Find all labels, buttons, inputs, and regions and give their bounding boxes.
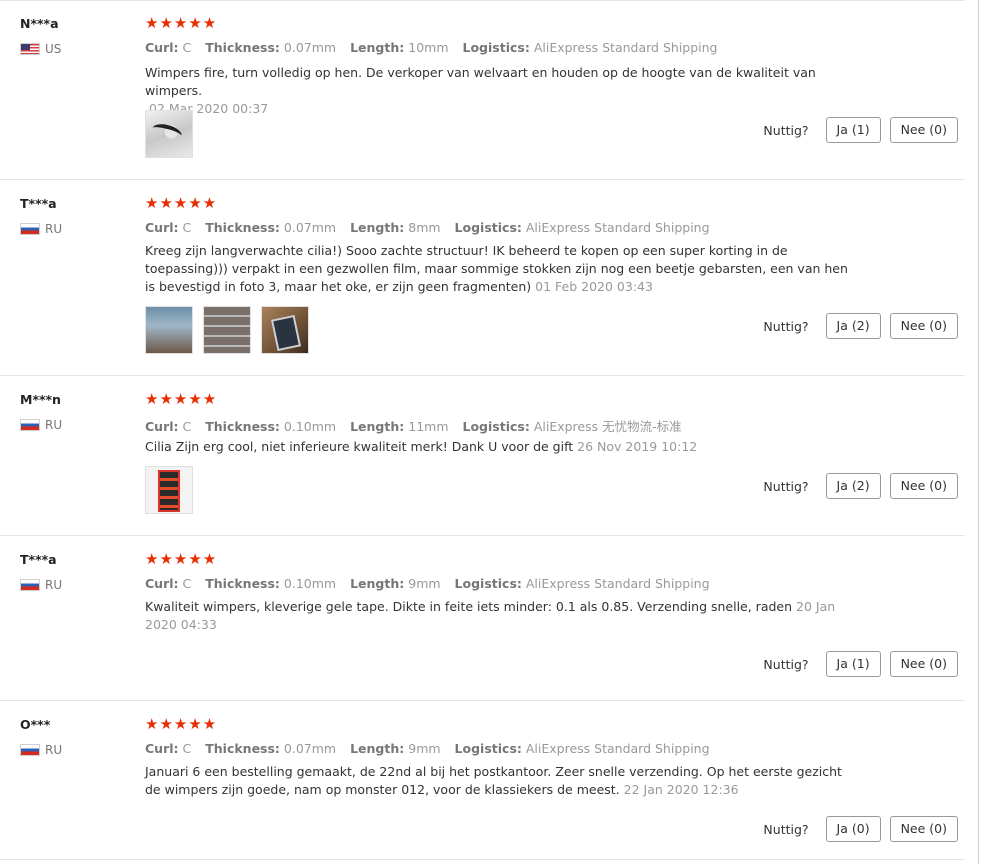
helpful-yes-button[interactable]: Ja (1) xyxy=(825,117,881,143)
us-flag-icon xyxy=(20,43,40,55)
reviewer-name: N***a xyxy=(20,16,59,31)
country-code: RU xyxy=(45,578,63,592)
review-text: Kwaliteit wimpers, kleverige gele tape. … xyxy=(145,599,836,632)
helpful-no-button[interactable]: Nee (0) xyxy=(889,473,958,499)
helpful-label: Nuttig? xyxy=(763,821,809,837)
product-attributes: Curl: C Thickness: 0.07mm Length: 9mm Lo… xyxy=(145,741,710,756)
review-text: Kreeg zijn langverwachte cilia!) Sooo za… xyxy=(145,243,848,294)
product-attributes: Curl: C Thickness: 0.10mm Length: 11mm L… xyxy=(145,419,682,434)
ru-flag-icon xyxy=(20,223,40,235)
country-code: RU xyxy=(45,222,63,236)
review-item: M***n RU ★★★★★ Curl: C Thickness: 0.10mm… xyxy=(0,376,965,536)
helpful-no-button[interactable]: Nee (0) xyxy=(889,117,958,143)
review-photos xyxy=(145,110,193,158)
reviewer-country: RU xyxy=(20,743,62,757)
star-rating: ★★★★★ xyxy=(145,550,218,568)
country-code: RU xyxy=(45,743,63,757)
reviewer-country: RU xyxy=(20,418,62,432)
helpful-label: Nuttig? xyxy=(763,122,809,138)
review-item: N***a US ★★★★★ Curl: C Thickness: 0.07mm… xyxy=(0,0,965,180)
divider xyxy=(0,859,965,860)
review-photos xyxy=(145,466,193,514)
helpful-vote: Nuttig? Ja (1) Nee (0) xyxy=(763,117,958,143)
review-text: Cilia Zijn erg cool, niet inferieure kwa… xyxy=(145,439,698,454)
reviewer-country: RU xyxy=(20,222,62,236)
ru-flag-icon xyxy=(20,744,40,756)
review-photo-thumbnail[interactable] xyxy=(145,110,193,158)
review-date: 22 Jan 2020 12:36 xyxy=(623,782,739,797)
reviewer-country: RU xyxy=(20,578,62,592)
review-photo-thumbnail[interactable] xyxy=(145,306,193,354)
review-photo-thumbnail[interactable] xyxy=(203,306,251,354)
country-code: US xyxy=(45,42,62,56)
country-code: RU xyxy=(45,418,63,432)
helpful-label: Nuttig? xyxy=(763,478,809,494)
helpful-label: Nuttig? xyxy=(763,318,809,334)
reviewer-name: T***a xyxy=(20,196,57,211)
review-date: 26 Nov 2019 10:12 xyxy=(577,439,698,454)
helpful-label: Nuttig? xyxy=(763,656,809,672)
reviews-page: N***a US ★★★★★ Curl: C Thickness: 0.07mm… xyxy=(0,0,982,864)
ru-flag-icon xyxy=(20,419,40,431)
review-text: Januari 6 een bestelling gemaakt, de 22n… xyxy=(145,764,842,797)
helpful-vote: Nuttig? Ja (2) Nee (0) xyxy=(763,313,958,339)
helpful-yes-button[interactable]: Ja (1) xyxy=(825,651,881,677)
reviewer-country: US xyxy=(20,42,61,56)
helpful-yes-button[interactable]: Ja (2) xyxy=(825,473,881,499)
reviewer-name: O*** xyxy=(20,717,51,732)
helpful-vote: Nuttig? Ja (0) Nee (0) xyxy=(763,816,958,842)
ru-flag-icon xyxy=(20,579,40,591)
helpful-no-button[interactable]: Nee (0) xyxy=(889,313,958,339)
helpful-vote: Nuttig? Ja (1) Nee (0) xyxy=(763,651,958,677)
star-rating: ★★★★★ xyxy=(145,14,218,32)
helpful-no-button[interactable]: Nee (0) xyxy=(889,651,958,677)
helpful-vote: Nuttig? Ja (2) Nee (0) xyxy=(763,473,958,499)
review-photos xyxy=(145,306,309,354)
review-item: O*** RU ★★★★★ Curl: C Thickness: 0.07mm … xyxy=(0,701,965,859)
review-text: Wimpers fire, turn volledig op hen. De v… xyxy=(145,65,816,116)
scrollbar-edge xyxy=(978,0,979,864)
review-item: T***a RU ★★★★★ Curl: C Thickness: 0.10mm… xyxy=(0,536,965,701)
product-attributes: Curl: C Thickness: 0.10mm Length: 9mm Lo… xyxy=(145,576,710,591)
star-rating: ★★★★★ xyxy=(145,390,218,408)
review-photo-thumbnail[interactable] xyxy=(261,306,309,354)
helpful-no-button[interactable]: Nee (0) xyxy=(889,816,958,842)
reviewer-name: M***n xyxy=(20,392,61,407)
helpful-yes-button[interactable]: Ja (2) xyxy=(825,313,881,339)
review-date: 01 Feb 2020 03:43 xyxy=(535,279,653,294)
star-rating: ★★★★★ xyxy=(145,715,218,733)
review-photo-thumbnail[interactable] xyxy=(145,466,193,514)
reviewer-name: T***a xyxy=(20,552,57,567)
star-rating: ★★★★★ xyxy=(145,194,218,212)
helpful-yes-button[interactable]: Ja (0) xyxy=(825,816,881,842)
product-attributes: Curl: C Thickness: 0.07mm Length: 10mm L… xyxy=(145,40,718,55)
review-item: T***a RU ★★★★★ Curl: C Thickness: 0.07mm… xyxy=(0,180,965,376)
product-attributes: Curl: C Thickness: 0.07mm Length: 8mm Lo… xyxy=(145,220,710,235)
